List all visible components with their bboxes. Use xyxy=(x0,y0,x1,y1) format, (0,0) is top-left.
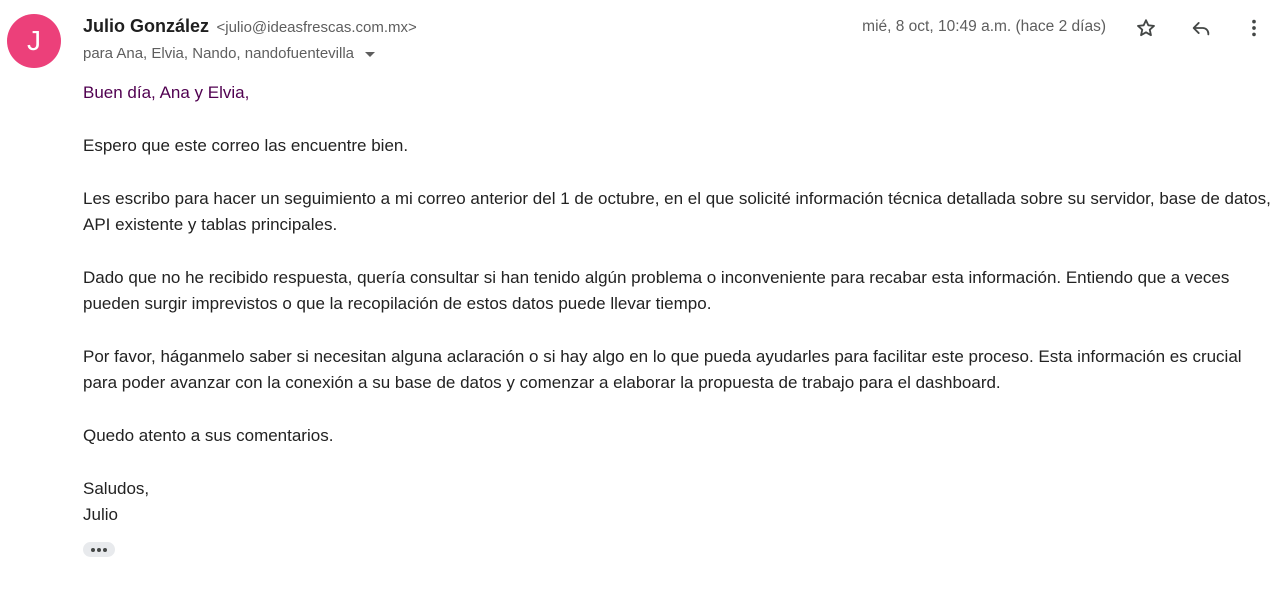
dot-icon xyxy=(91,547,95,552)
signature: Julio xyxy=(83,505,118,524)
show-details-chevron-down-icon[interactable] xyxy=(365,52,376,57)
body-paragraph: Por favor, háganmelo saber si necesitan … xyxy=(83,347,1242,392)
greeting: Buen día, Ana y Elvia, xyxy=(83,83,250,102)
body-paragraph: Les escribo para hacer un seguimiento a … xyxy=(83,189,1271,234)
avatar[interactable]: J xyxy=(7,14,61,68)
email-message: J Julio González <julio@ideasfrescas.com… xyxy=(0,0,1280,594)
sender-name[interactable]: Julio González xyxy=(83,16,209,36)
sender-email: <julio@ideasfrescas.com.mx> xyxy=(216,19,417,36)
message-body: Buen día, Ana y Elvia, Espero que este c… xyxy=(83,80,1273,528)
more-options-button[interactable] xyxy=(1240,14,1268,42)
reply-icon xyxy=(1192,22,1210,36)
dot-icon xyxy=(103,547,107,552)
body-paragraph: Quedo atento a sus comentarios. xyxy=(83,426,334,445)
dot-icon xyxy=(97,547,101,552)
more-vertical-icon xyxy=(1252,19,1256,37)
signature-block: Saludos, Julio xyxy=(83,476,1273,528)
body-paragraph: Dado que no he recibido respuesta, querí… xyxy=(83,268,1230,313)
message-date[interactable]: mié, 8 oct, 10:49 a.m. (hace 2 días) xyxy=(862,18,1106,36)
closing: Saludos, xyxy=(83,479,150,498)
show-trimmed-content-button[interactable] xyxy=(83,542,115,557)
star-outline-icon xyxy=(1137,19,1155,37)
reply-button[interactable] xyxy=(1187,14,1215,42)
recipients-line: para Ana, Elvia, Nando, nandofuentevilla xyxy=(83,45,376,62)
body-paragraph: Espero que este correo las encuentre bie… xyxy=(83,136,409,155)
star-button[interactable] xyxy=(1132,14,1160,42)
sender-line: Julio González <julio@ideasfrescas.com.m… xyxy=(83,16,417,37)
recipients-text: para Ana, Elvia, Nando, nandofuentevilla xyxy=(83,45,355,62)
